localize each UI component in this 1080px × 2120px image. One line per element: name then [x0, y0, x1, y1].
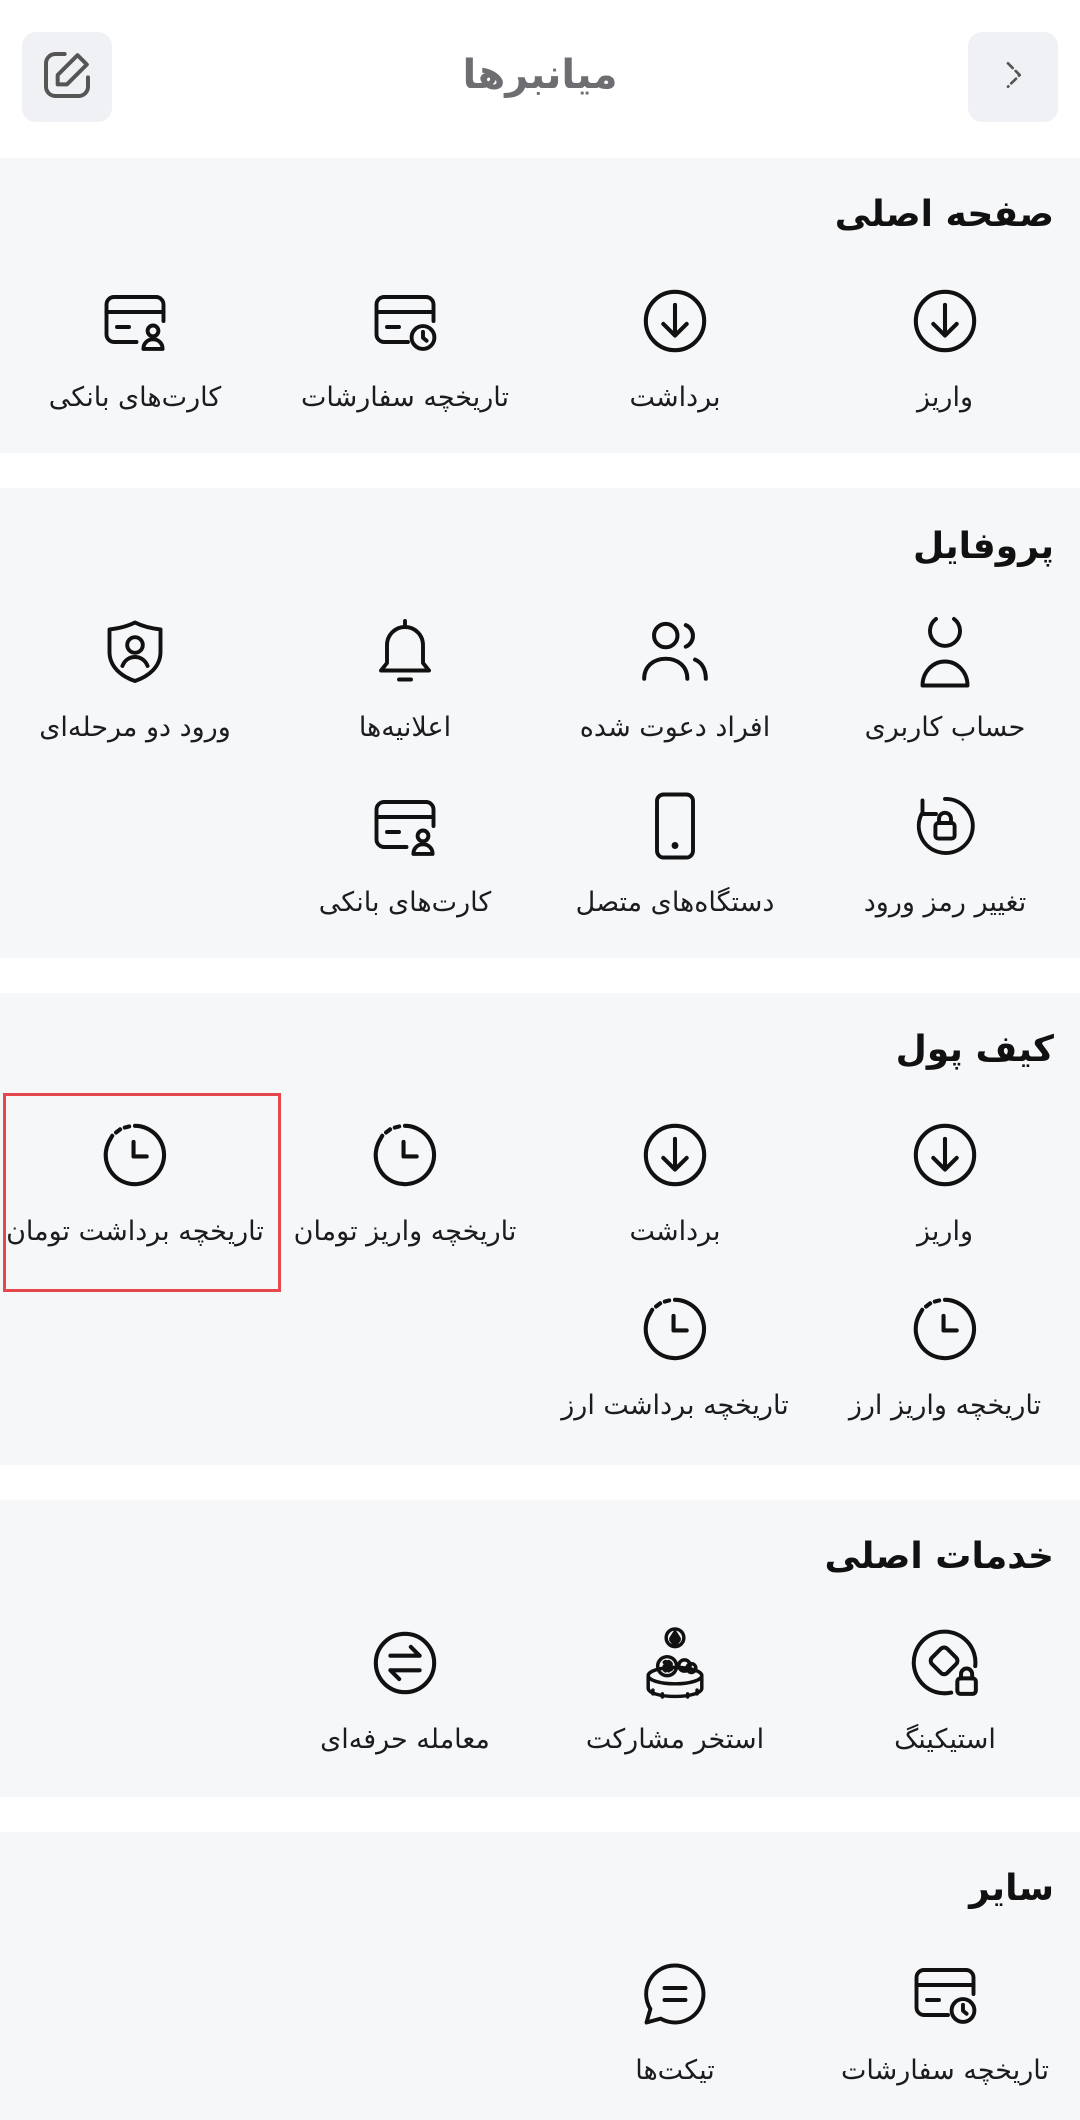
shortcut-label: تیکت‌ها: [635, 2055, 715, 2086]
shortcut-toman-deposit-history[interactable]: تاریخچه واریز تومان: [270, 1117, 540, 1287]
staking-lock-icon: [908, 1626, 982, 1704]
shortcut-label: تاریخچه برداشت تومان: [6, 1216, 264, 1247]
shortcut-label: کارت‌های بانکی: [318, 887, 492, 918]
section-title: کیف پول: [895, 1029, 1054, 1070]
section-title: صفحه اصلی: [834, 194, 1054, 235]
deposit-arrow-icon: [910, 286, 980, 360]
section-main-page: صفحه اصلی واریز برداشت تاریخچه سفارشات ک…: [0, 158, 1080, 453]
bell-icon: [369, 615, 441, 691]
shortcut-bank-cards-profile[interactable]: کارت‌های بانکی: [270, 788, 540, 958]
shortcut-label: برداشت: [629, 382, 721, 413]
chat-ticket-icon: [639, 1958, 711, 2034]
shortcut-crypto-withdraw-history[interactable]: تاریخچه برداشت ارز: [540, 1291, 810, 1461]
shortcut-invited-people[interactable]: افراد دعوت شده: [540, 613, 810, 783]
shortcut-label: استیکینگ: [894, 1724, 996, 1755]
section-main-services: خدمات اصلی استیکینگ استخر مشارکت معامله …: [0, 1500, 1080, 1797]
shortcut-label: استخر مشارکت: [585, 1724, 765, 1755]
bank-card-user-icon: [369, 790, 441, 866]
shortcut-crypto-deposit-history[interactable]: تاریخچه واریز ارز: [810, 1291, 1080, 1461]
section-wallet: کیف پول واریز برداشت تاریخچه واریز تومان…: [0, 993, 1080, 1465]
shortcut-wallet-withdraw[interactable]: برداشت: [540, 1117, 810, 1287]
withdraw-arrow-icon: [640, 286, 710, 360]
section-profile: پروفایل حساب کاربری افراد دعوت شده اعلان…: [0, 488, 1080, 958]
shortcut-change-password[interactable]: تغییر رمز ورود: [810, 788, 1080, 958]
shortcut-label: دستگاه‌های متصل: [575, 887, 775, 918]
card-clock-icon: [909, 1958, 981, 2034]
shield-user-icon: [99, 615, 171, 691]
page-title: میانبرها: [462, 52, 618, 98]
shortcut-label: تاریخچه برداشت ارز: [561, 1390, 789, 1421]
shortcut-label: معامله حرفه‌ای: [320, 1724, 490, 1755]
deposit-arrow-icon: [910, 1120, 980, 1194]
shortcut-label: ورود دو مرحله‌ای: [39, 712, 231, 743]
withdraw-arrow-icon: [640, 1120, 710, 1194]
shortcut-tickets[interactable]: تیکت‌ها: [540, 1956, 810, 2120]
back-button[interactable]: [968, 32, 1058, 122]
shortcut-notifications[interactable]: اعلانیه‌ها: [270, 613, 540, 783]
history-clock-icon: [910, 1294, 980, 1368]
shortcut-label: تاریخچه سفارشات: [840, 2055, 1050, 2086]
users-icon: [638, 614, 712, 692]
shortcut-bank-cards[interactable]: کارت‌های بانکی: [0, 283, 270, 453]
section-title: سایر: [969, 1868, 1054, 1909]
shortcut-label: تغییر رمز ورود: [863, 887, 1027, 918]
phone-icon: [639, 790, 711, 866]
history-clock-icon: [370, 1120, 440, 1194]
section-title: پروفایل: [912, 526, 1054, 567]
section-title: خدمات اصلی: [824, 1536, 1055, 1577]
shortcut-liquidity-pool[interactable]: استخر مشارکت: [540, 1625, 810, 1795]
shortcut-label: تاریخچه سفارشات: [300, 382, 510, 413]
bank-card-user-icon: [99, 285, 171, 361]
shortcut-label: تاریخچه واریز ارز: [848, 1390, 1042, 1421]
chevron-right-icon: [993, 55, 1033, 99]
shortcut-deposit[interactable]: واریز: [810, 283, 1080, 453]
shortcut-label: واریز: [917, 382, 973, 413]
shortcut-order-history[interactable]: تاریخچه سفارشات: [270, 283, 540, 453]
top-bar: میانبرها: [0, 0, 1080, 155]
swap-arrows-icon: [370, 1628, 440, 1702]
shortcut-withdraw[interactable]: برداشت: [540, 283, 810, 453]
history-clock-icon: [640, 1294, 710, 1368]
shortcut-other-order-history[interactable]: تاریخچه سفارشات: [810, 1956, 1080, 2120]
user-icon: [909, 611, 981, 695]
history-clock-icon: [100, 1120, 170, 1194]
shortcut-two-factor[interactable]: ورود دو مرحله‌ای: [0, 613, 270, 783]
shortcut-label: کارت‌های بانکی: [48, 382, 222, 413]
shortcut-user-account[interactable]: حساب کاربری: [810, 613, 1080, 783]
card-clock-icon: [369, 285, 441, 361]
shortcut-label: حساب کاربری: [864, 712, 1026, 743]
shortcut-connected-devices[interactable]: دستگاه‌های متصل: [540, 788, 810, 958]
shortcut-wallet-deposit[interactable]: واریز: [810, 1117, 1080, 1287]
shortcut-label: برداشت: [629, 1216, 721, 1247]
shortcut-label: واریز: [917, 1216, 973, 1247]
shortcut-toman-withdraw-history[interactable]: تاریخچه برداشت تومان: [0, 1117, 270, 1287]
shortcut-label: افراد دعوت شده: [579, 712, 771, 743]
shortcut-label: اعلانیه‌ها: [358, 712, 452, 743]
shortcut-label: تاریخچه واریز تومان: [293, 1216, 517, 1247]
shortcut-pro-trading[interactable]: معامله حرفه‌ای: [270, 1625, 540, 1795]
crypto-pool-icon: [637, 1622, 713, 1708]
section-other: سایر تاریخچه سفارشات تیکت‌ها: [0, 1832, 1080, 2120]
shortcut-staking[interactable]: استیکینگ: [810, 1625, 1080, 1795]
lock-refresh-icon: [909, 790, 981, 866]
